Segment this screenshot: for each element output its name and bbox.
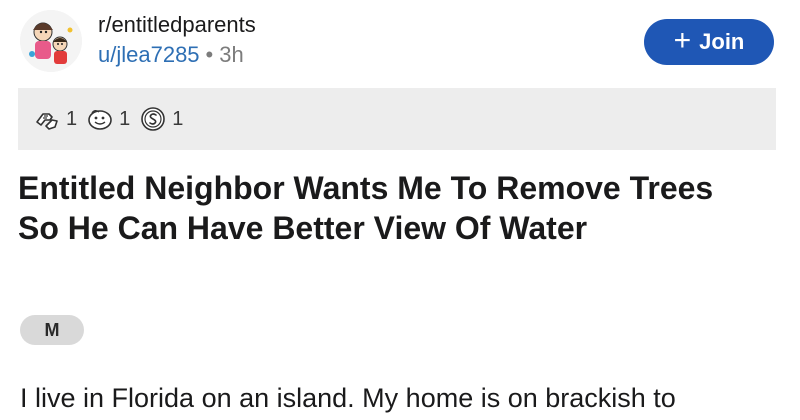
fistbump-award-icon bbox=[36, 113, 58, 130]
plus-icon: + bbox=[673, 23, 692, 57]
join-button-label: Join bbox=[699, 29, 745, 54]
join-button[interactable]: + Join bbox=[644, 19, 774, 65]
award-wholesome[interactable]: 1 bbox=[87, 106, 130, 132]
award-count: 1 bbox=[66, 107, 78, 130]
cartoon-family-avatar-icon bbox=[20, 10, 82, 72]
silver-coin-award-icon bbox=[141, 107, 166, 131]
post-meta: u/jlea7285 • 3h bbox=[98, 42, 244, 68]
post-header: r/entitledparents u/jlea7285 • 3h + Join bbox=[0, 0, 800, 88]
post-time: 3h bbox=[219, 42, 244, 67]
post-title[interactable]: Entitled Neighbor Wants Me To Remove Tre… bbox=[18, 168, 758, 248]
awards-bar[interactable]: 1 1 1 bbox=[18, 88, 776, 150]
post-flair[interactable]: M bbox=[20, 315, 84, 345]
award-fistbump[interactable]: 1 bbox=[34, 106, 77, 132]
award-count: 1 bbox=[119, 107, 131, 130]
post-body: I live in Florida on an island. My home … bbox=[20, 383, 676, 413]
meta-separator: • bbox=[205, 42, 214, 67]
author-username[interactable]: u/jlea7285 bbox=[98, 42, 200, 67]
subreddit-avatar[interactable] bbox=[20, 10, 82, 72]
subreddit-name[interactable]: r/entitledparents bbox=[98, 12, 256, 38]
award-count: 1 bbox=[172, 107, 184, 130]
award-silver[interactable]: 1 bbox=[140, 106, 183, 132]
wholesome-award-icon bbox=[88, 110, 112, 130]
